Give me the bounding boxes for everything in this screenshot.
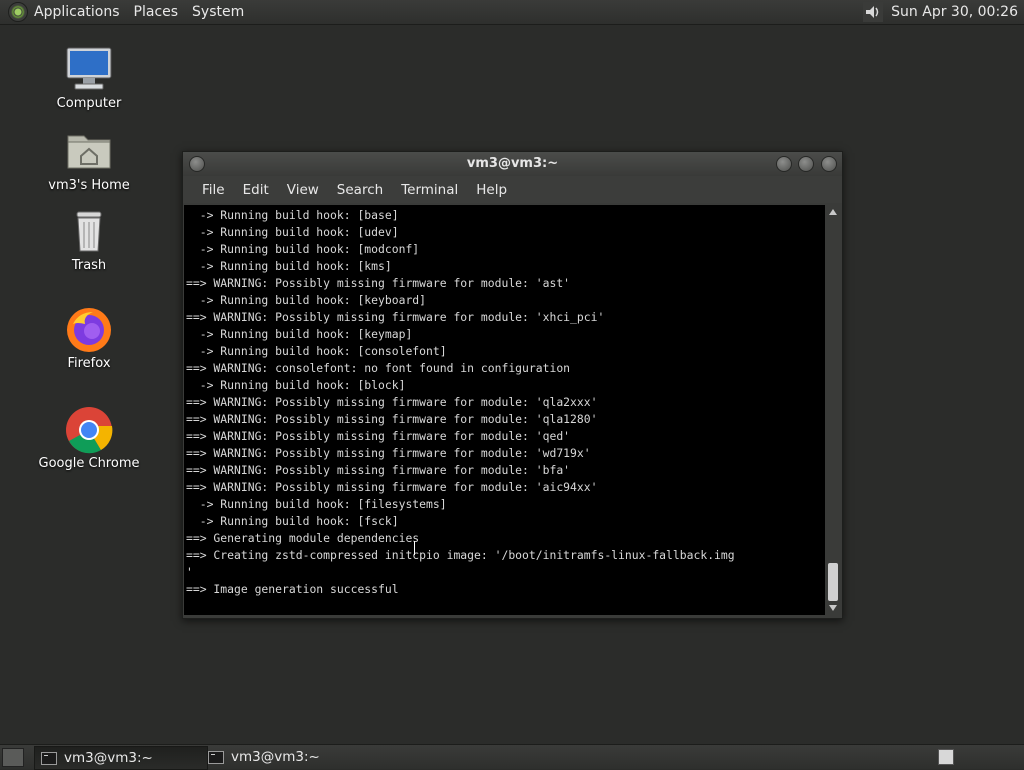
- window-titlebar[interactable]: vm3@vm3:~: [183, 152, 842, 176]
- terminal-line: -> Running build hook: [block]: [186, 378, 406, 392]
- menu-edit[interactable]: Edit: [234, 182, 278, 198]
- terminal-line: -> Running build hook: [kms]: [186, 259, 392, 273]
- terminal-line: -> Running build hook: [fsck]: [186, 514, 399, 528]
- terminal-line: -> Running build hook: [filesystems]: [186, 497, 447, 511]
- desktop-icon-computer[interactable]: Computer: [29, 46, 149, 111]
- terminal-line: ==> Generating module dependencies: [186, 531, 420, 545]
- terminal-line: -> Running build hook: [base]: [186, 208, 399, 222]
- firefox-icon: [65, 306, 113, 354]
- volume-icon[interactable]: [863, 2, 884, 22]
- terminal-line: ==> WARNING: Possibly missing firmware f…: [186, 429, 571, 443]
- terminal-output[interactable]: -> Running build hook: [base] -> Running…: [184, 205, 825, 615]
- bottom-panel: vm3@vm3:~ vm3@vm3:~: [0, 744, 1024, 770]
- terminal-text: -> Running build hook: [base] -> Running…: [184, 205, 825, 598]
- terminal-line: ==> Creating zstd-compressed initcpio im…: [186, 548, 735, 562]
- menu-terminal[interactable]: Terminal: [392, 182, 467, 198]
- desktop-icon-firefox[interactable]: Firefox: [29, 306, 149, 371]
- taskbar-item-terminal-1[interactable]: vm3@vm3:~: [34, 746, 208, 770]
- terminal-line: ==> WARNING: Possibly missing firmware f…: [186, 480, 598, 494]
- menu-help[interactable]: Help: [467, 182, 516, 198]
- top-panel: Applications Places System Sun Apr 30, 0…: [0, 0, 1024, 25]
- desktop-icon-home[interactable]: vm3's Home: [29, 128, 149, 193]
- terminal-line: ==> WARNING: Possibly missing firmware f…: [186, 412, 598, 426]
- terminal-line: ': [186, 565, 193, 579]
- terminal-line: ==> Image generation successful: [186, 582, 399, 596]
- menu-applications[interactable]: Applications: [34, 4, 120, 20]
- close-icon[interactable]: [821, 156, 837, 172]
- maximize-icon[interactable]: [798, 156, 814, 172]
- terminal-icon: [208, 750, 224, 764]
- minimize-icon[interactable]: [776, 156, 792, 172]
- desktop-icon-trash[interactable]: Trash: [29, 208, 149, 273]
- terminal-window[interactable]: vm3@vm3:~ File Edit View Search Terminal…: [182, 151, 843, 619]
- window-menu-icon[interactable]: [189, 156, 205, 172]
- menu-search[interactable]: Search: [328, 182, 392, 198]
- show-desktop-button[interactable]: [2, 748, 24, 767]
- text-cursor-icon: [414, 541, 415, 555]
- taskbar-item-label: vm3@vm3:~: [64, 750, 153, 766]
- desktop-icon-label: Firefox: [67, 356, 111, 371]
- terminal-menubar: File Edit View Search Terminal Help: [183, 176, 842, 203]
- desktop-icon-label: Google Chrome: [38, 456, 140, 471]
- scroll-down-icon[interactable]: [829, 605, 837, 611]
- terminal-icon: [41, 751, 57, 765]
- distro-logo-icon[interactable]: [8, 2, 28, 22]
- terminal-line: -> Running build hook: [keymap]: [186, 327, 413, 341]
- terminal-line: ==> WARNING: Possibly missing firmware f…: [186, 446, 591, 460]
- terminal-line: -> Running build hook: [consolefont]: [186, 344, 447, 358]
- scroll-up-icon[interactable]: [829, 209, 837, 215]
- terminal-line: -> Running build hook: [udev]: [186, 225, 399, 239]
- menu-file[interactable]: File: [193, 182, 234, 198]
- computer-icon: [65, 46, 113, 94]
- terminal-line: ==> WARNING: consolefont: no font found …: [186, 361, 571, 375]
- taskbar-item-terminal-2[interactable]: vm3@vm3:~: [202, 746, 374, 768]
- menu-view[interactable]: View: [278, 182, 328, 198]
- terminal-line: -> Running build hook: [modconf]: [186, 242, 420, 256]
- scrollbar-thumb[interactable]: [828, 563, 838, 601]
- terminal-scrollbar[interactable]: [826, 205, 840, 615]
- terminal-line: ==> WARNING: Possibly missing firmware f…: [186, 463, 571, 477]
- desktop-icon-label: Computer: [56, 96, 122, 111]
- menu-system[interactable]: System: [192, 4, 244, 20]
- desktop-icon-chrome[interactable]: Google Chrome: [29, 406, 149, 471]
- terminal-line: -> Running build hook: [keyboard]: [186, 293, 427, 307]
- taskbar-item-label: vm3@vm3:~: [231, 749, 320, 765]
- trash-icon: [65, 208, 113, 256]
- desktop-icon-label: vm3's Home: [48, 178, 130, 193]
- terminal-line: ==> WARNING: Possibly missing firmware f…: [186, 276, 571, 290]
- home-folder-icon: [65, 128, 113, 176]
- chrome-icon: [65, 406, 113, 454]
- workspace-switcher[interactable]: [938, 749, 954, 765]
- clock[interactable]: Sun Apr 30, 00:26: [891, 4, 1018, 20]
- menu-places[interactable]: Places: [134, 4, 179, 20]
- desktop-icon-label: Trash: [71, 258, 107, 273]
- terminal-line: ==> WARNING: Possibly missing firmware f…: [186, 395, 598, 409]
- window-title: vm3@vm3:~: [466, 156, 559, 171]
- terminal-line: ==> WARNING: Possibly missing firmware f…: [186, 310, 605, 324]
